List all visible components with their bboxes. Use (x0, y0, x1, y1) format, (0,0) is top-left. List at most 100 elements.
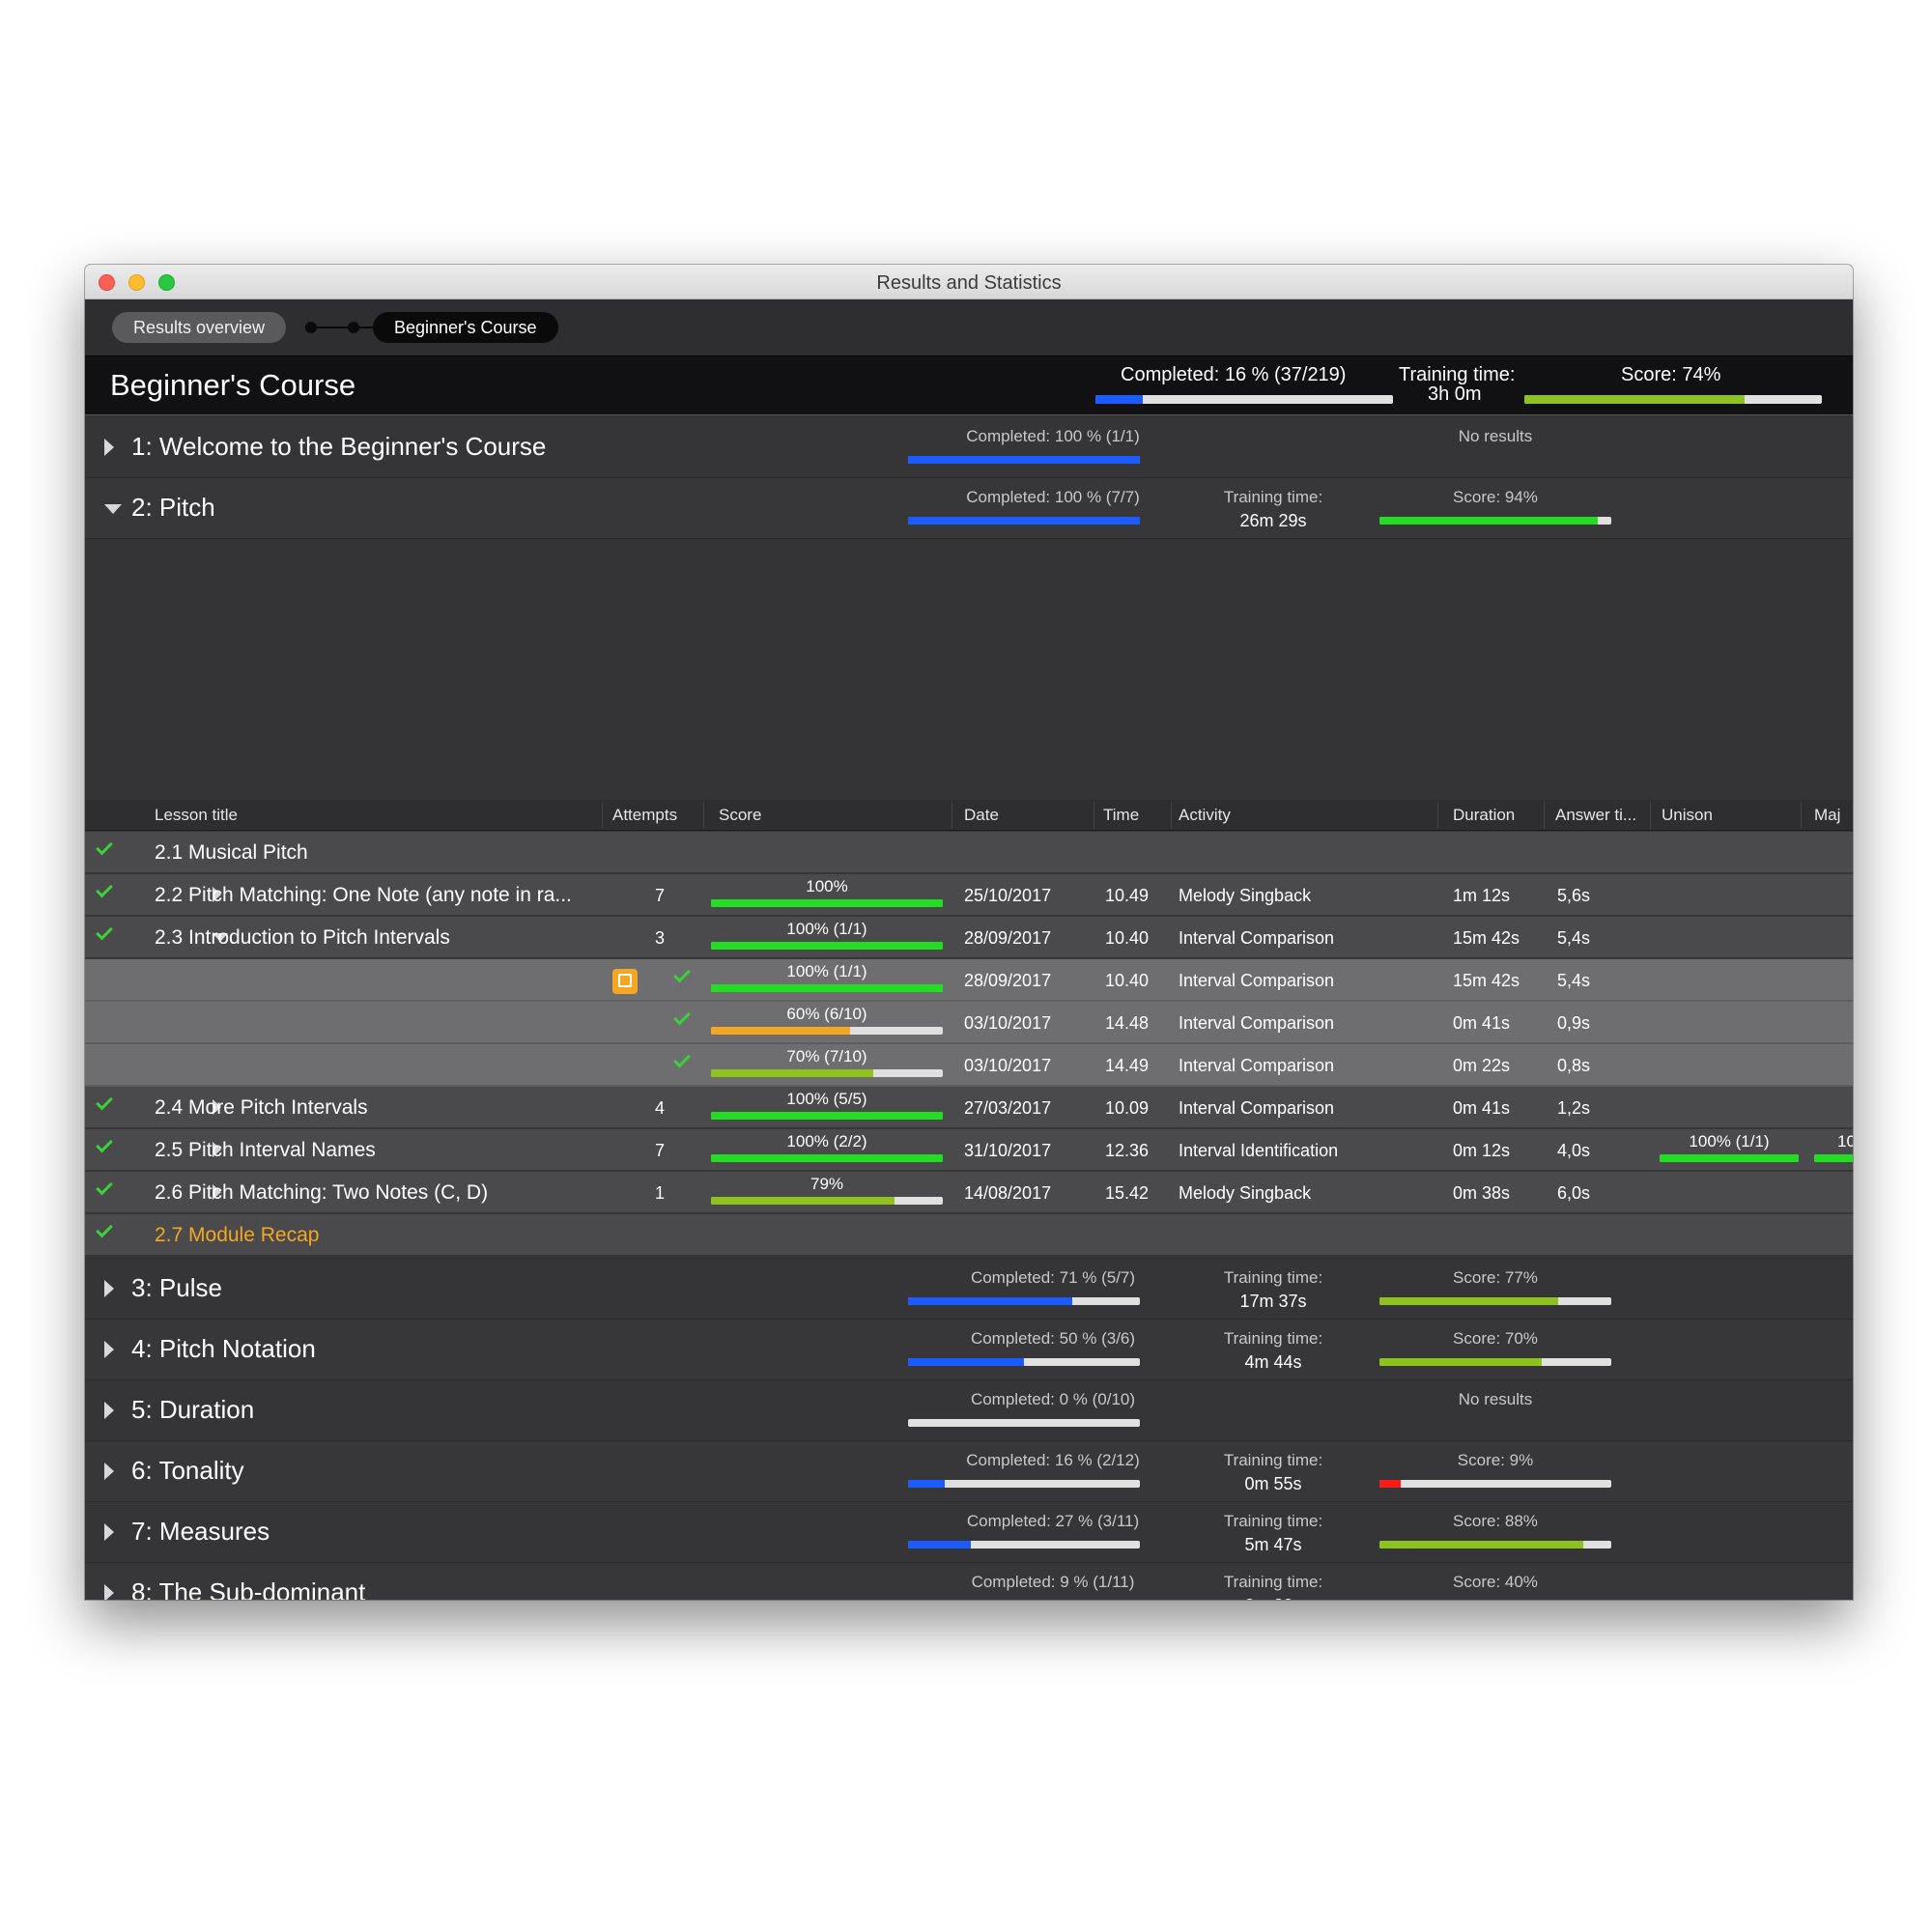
module-completed-label: Completed: 0 % (0/10) (970, 1390, 1136, 1408)
lesson-title: 2.3 Introduction to Pitch Intervals (155, 926, 450, 949)
module-completed-label: Completed: 9 % (1/11) (971, 1573, 1135, 1591)
disclosure-collapsed-icon[interactable] (104, 1280, 114, 1297)
module-training-label: Training time: (1223, 1512, 1323, 1530)
lesson-row[interactable]: 2.5 Pitch Interval Names 7 100% (2/2) 31/10… (85, 1129, 1853, 1172)
module-row[interactable]: 6: Tonality Completed: 16 % (2/12) Trainin… (85, 1441, 1853, 1502)
attempt-activity: Interval Comparison (1179, 1013, 1335, 1033)
lesson-answer-time: 5,6s (1557, 886, 1591, 905)
col-date[interactable]: Date (964, 806, 999, 825)
col-divider (703, 802, 704, 829)
module-completed-label: Completed: 50 % (3/6) (970, 1329, 1136, 1348)
unison-score-label: 100% (1/1) (1689, 1132, 1770, 1151)
attempt-score-label: 70% (7/10) (786, 1047, 867, 1065)
attempt-row[interactable]: 70% (7/10) 03/10/2017 14.49 Interval Compar… (85, 1044, 1853, 1087)
breadcrumb-dot (348, 322, 359, 333)
course-score-fill (1524, 395, 1745, 404)
module-training-value: 17m 37s (1239, 1292, 1307, 1311)
lesson-date: 31/10/2017 (964, 1141, 1052, 1160)
module-score-bar (1379, 1358, 1611, 1366)
lesson-score-label: 100% (806, 877, 848, 895)
lesson-score-bar (711, 1197, 943, 1205)
disclosure-collapsed-icon[interactable] (104, 1402, 114, 1419)
col-divider (1544, 802, 1545, 829)
attempt-row[interactable]: 100% (1/1) 28/09/2017 10.40 Interval Compar… (85, 959, 1853, 1002)
module-row[interactable]: 2: Pitch Completed: 100 % (7/7) Training t… (85, 478, 1853, 539)
lesson-score-bar (711, 899, 943, 907)
attempt-time: 14.49 (1105, 1056, 1150, 1075)
disclosure-collapsed-icon[interactable] (104, 1584, 114, 1600)
lesson-date: 27/03/2017 (964, 1098, 1052, 1118)
col-time[interactable]: Time (1103, 806, 1139, 825)
unison-score-fill (1660, 1154, 1799, 1162)
module-training-label: Training time: (1223, 1451, 1323, 1469)
breadcrumb-results-overview[interactable]: Results overview (112, 312, 287, 343)
col-attempts[interactable]: Attempts (612, 806, 677, 825)
module-completed-bar (908, 456, 1140, 464)
lesson-row[interactable]: 2.1 Musical Pitch (85, 832, 1853, 874)
attempt-row[interactable]: 60% (6/10) 03/10/2017 14.48 Interval Compar… (85, 1002, 1853, 1044)
lesson-row[interactable]: 2.7 Module Recap (85, 1214, 1853, 1257)
lesson-score-bar (711, 1154, 943, 1162)
col-score[interactable]: Score (719, 806, 761, 825)
col-divider (1437, 802, 1438, 829)
lesson-attempts: 3 (655, 928, 666, 948)
module-row[interactable]: 1: Welcome to the Beginner's Course Compl… (85, 417, 1853, 478)
attempt-score-fill (711, 1069, 873, 1077)
module-score-bar (1379, 1541, 1611, 1548)
module-score-bar (1379, 517, 1611, 525)
module-row[interactable]: 4: Pitch Notation Completed: 50 % (3/6) Tr… (85, 1320, 1853, 1380)
course-score-label: Score: 74% (1621, 364, 1721, 385)
breadcrumb-beginners-course[interactable]: Beginner's Course (373, 312, 558, 343)
module-training-value: 2m 20s (1196, 1596, 1350, 1600)
col-duration[interactable]: Duration (1453, 806, 1515, 825)
module-score-label: Score: 9% (1457, 1451, 1534, 1469)
breadcrumb-dot (305, 322, 317, 333)
lesson-row[interactable]: 2.3 Introduction to Pitch Intervals 3 100%… (85, 917, 1853, 959)
course-completed-bar (1095, 395, 1393, 404)
lesson-row[interactable]: 2.4 More Pitch Intervals 4 100% (5/5) 27/03… (85, 1087, 1853, 1129)
attempt-duration: 0m 22s (1453, 1056, 1511, 1075)
module-row[interactable]: 8: The Sub-dominant Completed: 9 % (1/11)… (85, 1563, 1853, 1600)
lesson-score-fill (711, 942, 943, 950)
col-activity[interactable]: Activity (1179, 806, 1231, 825)
major-score-label: 10 (1837, 1132, 1853, 1151)
module-score-label: Score: 70% (1453, 1329, 1538, 1348)
completed-check-icon (96, 880, 113, 898)
disclosure-collapsed-icon[interactable] (104, 1341, 114, 1358)
col-major[interactable]: Maj (1814, 806, 1840, 825)
module-completed-label: Completed: 27 % (3/11) (966, 1512, 1140, 1530)
module-row[interactable]: 3: Pulse Completed: 71 % (5/7) Training ti… (85, 1259, 1853, 1320)
disclosure-collapsed-icon[interactable] (104, 439, 114, 456)
lesson-duration: 0m 38s (1453, 1183, 1511, 1203)
lesson-attempts: 7 (655, 886, 666, 905)
module-score-fill (1379, 1541, 1584, 1548)
col-lesson-title[interactable]: Lesson title (155, 806, 238, 825)
disclosure-expanded-icon[interactable] (104, 504, 122, 514)
module-row[interactable]: 7: Measures Completed: 27 % (3/11) Trainin… (85, 1502, 1853, 1563)
lesson-time: 10.49 (1105, 886, 1150, 905)
col-divider (1650, 802, 1651, 829)
lesson-time: 10.09 (1105, 1098, 1150, 1118)
lesson-title: 2.1 Musical Pitch (155, 841, 308, 864)
module-completed-fill (908, 1297, 1073, 1305)
lesson-title: 2.2 Pitch Matching: One Note (any note i… (155, 884, 572, 906)
lesson-row[interactable]: 2.2 Pitch Matching: One Note (any note i… (85, 874, 1853, 917)
module-training-value: 5m 47s (1244, 1535, 1302, 1554)
module-completed-fill (908, 1541, 971, 1548)
results-window: Results and Statistics Results overview … (85, 265, 1853, 1600)
col-unison[interactable]: Unison (1662, 806, 1713, 825)
attempt-date: 03/10/2017 (964, 1013, 1052, 1033)
lesson-row[interactable]: 2.6 Pitch Matching: Two Notes (C, D) 1 79%… (85, 1172, 1853, 1214)
attempt-duration: 15m 42s (1453, 971, 1520, 990)
attempt-time: 10.40 (1105, 971, 1150, 990)
lesson-activity: Melody Singback (1179, 1183, 1312, 1203)
lesson-activity: Melody Singback (1179, 886, 1312, 905)
disclosure-collapsed-icon[interactable] (104, 1463, 114, 1480)
lesson-score-fill (711, 899, 943, 907)
attempt-time: 14.48 (1105, 1013, 1150, 1033)
disclosure-collapsed-icon[interactable] (104, 1523, 114, 1541)
module-row[interactable]: 5: Duration Completed: 0 % (0/10) No resul… (85, 1380, 1853, 1441)
col-answer-time[interactable]: Answer ti... (1555, 806, 1636, 825)
page-title: Beginner's Course (110, 368, 356, 402)
title-bar: Results and Statistics (85, 265, 1853, 299)
